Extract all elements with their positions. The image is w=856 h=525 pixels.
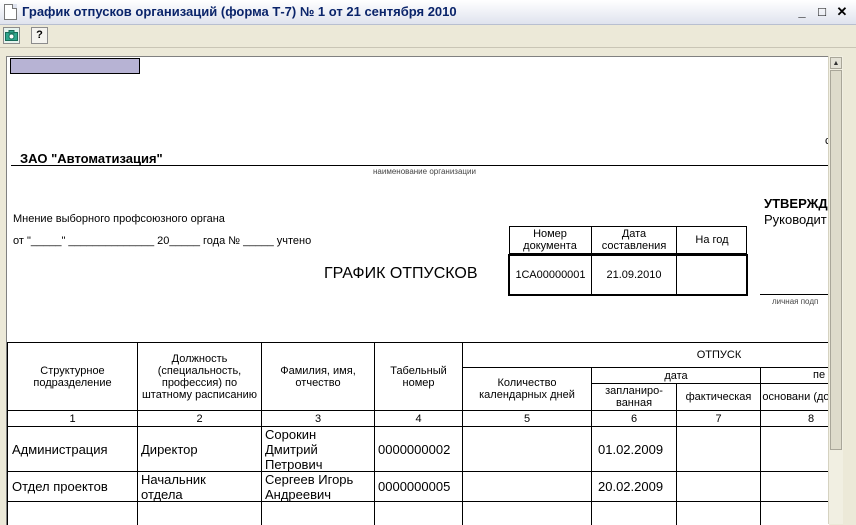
doc-year-value — [677, 256, 746, 294]
row-employee-name: Сорокин Дмитрий Петрович — [265, 427, 323, 472]
col-number-8: 8 — [807, 412, 815, 425]
col-number-3: 3 — [314, 412, 322, 425]
row-unit: Отдел проектов — [12, 479, 108, 494]
doc-date-header: Дата составления — [601, 228, 667, 252]
header-name: Фамилия, имя, отчество — [280, 364, 356, 389]
camera-icon — [5, 30, 18, 41]
window-title: График отпусков организаций (форма Т-7) … — [22, 4, 457, 19]
camera-button[interactable] — [3, 27, 20, 44]
doc-date-value: 21.09.2010 — [606, 269, 662, 281]
row-planned-date: 01.02.2009 — [598, 442, 664, 457]
header-reason-top: пе — [813, 369, 826, 381]
scroll-up-arrow-icon[interactable]: ▲ — [830, 57, 842, 69]
row-tab-number: 0000000005 — [378, 479, 451, 494]
document-icon — [4, 4, 17, 20]
col-number-7: 7 — [715, 412, 722, 425]
col-number-5: 5 — [523, 412, 531, 425]
close-button[interactable]: ✕ — [834, 4, 850, 20]
window-titlebar: График отпусков организаций (форма Т-7) … — [0, 0, 856, 25]
row1-bottom-border — [7, 471, 829, 472]
union-date-line: от "_____" ______________ 20_____ года №… — [13, 235, 312, 247]
scrollbar-thumb[interactable] — [830, 70, 842, 450]
header-actual: фактическая — [685, 391, 752, 403]
signature-line — [760, 294, 829, 295]
row-planned-date: 20.02.2009 — [598, 479, 664, 494]
header-planned: запланиро-ванная — [605, 385, 663, 409]
doc-number-header: Номер документа — [523, 228, 577, 252]
header-days: Количество календарных дней — [479, 377, 575, 401]
head-label: Руководит — [764, 212, 827, 227]
toolbar: ? — [0, 25, 856, 48]
header-reason: основани (докумен — [762, 391, 829, 403]
document-title: ГРАФИК ОТПУСКОВ — [324, 265, 478, 282]
approve-label: УТВЕРЖД — [764, 196, 828, 211]
row-employee-name: Сергеев Игорь Андреевич — [265, 472, 354, 502]
numbers-bottom-border — [7, 426, 829, 427]
signature-caption: личная подп — [772, 297, 819, 306]
col-number-1: 1 — [69, 412, 76, 425]
col-number-2: 2 — [196, 412, 203, 425]
selected-cell[interactable] — [10, 58, 140, 74]
header-vacation: ОТПУСК — [696, 349, 742, 361]
header-unit: Структурное подразделение — [33, 364, 112, 389]
col-number-6: 6 — [630, 412, 638, 425]
header-date: дата — [664, 369, 688, 382]
row2-bottom-border — [7, 501, 829, 502]
row-position: Начальник отдела — [141, 472, 206, 502]
header-tab-number: Табельный номер — [390, 364, 447, 389]
doc-year-header: На год — [695, 234, 729, 246]
organization-underline — [11, 165, 829, 166]
minimize-button[interactable]: _ — [794, 4, 810, 20]
maximize-button[interactable]: □ — [814, 4, 830, 20]
vertical-scrollbar[interactable]: ▲ — [828, 56, 843, 524]
union-opinion-label: Мнение выборного профсоюзного органа — [13, 213, 225, 225]
help-button[interactable]: ? — [31, 27, 48, 44]
organization-name: ЗАО "Автоматизация" — [20, 151, 163, 166]
row-position: Директор — [141, 442, 198, 457]
doc-number-value: 1СА00000001 — [515, 269, 586, 281]
row-unit: Администрация — [12, 442, 108, 457]
header-position: Должность (специальность, профессия) по … — [141, 352, 257, 401]
row-tab-number: 0000000002 — [378, 442, 451, 457]
report-sheet: ЗАО "Автоматизация" наименование организ… — [6, 56, 829, 525]
col-number-4: 4 — [415, 412, 422, 425]
organization-caption: наименование организации — [373, 167, 476, 176]
